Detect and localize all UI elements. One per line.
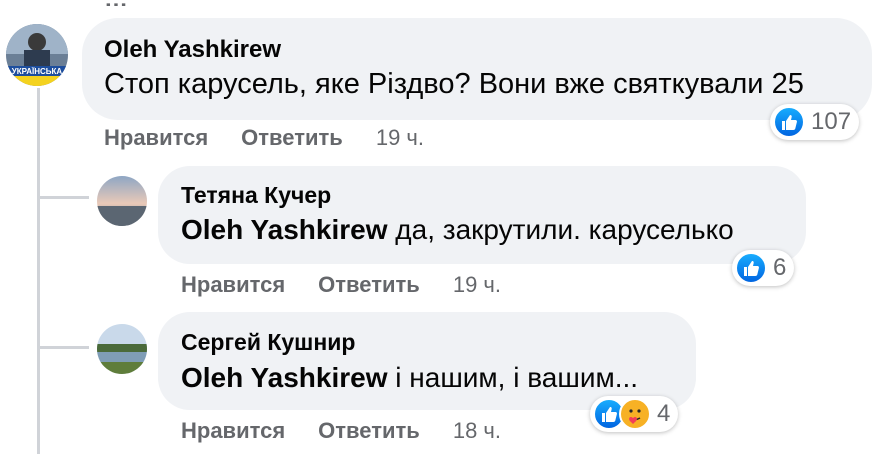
profile-photo-image — [97, 176, 147, 226]
thread-line-main — [37, 88, 40, 454]
thread-connector-1 — [37, 196, 89, 199]
timestamp[interactable]: 19 ч. — [376, 125, 424, 151]
comment-text: Стоп карусель, яке Різдво? Вони вже свят… — [104, 68, 804, 100]
comment-author[interactable]: Тетяна Кучер — [181, 182, 331, 209]
comment-body: да, закрутили. каруселько — [387, 214, 734, 245]
reaction-summary[interactable]: 6 — [732, 250, 795, 286]
comment-actions: Нравится Ответить 18 ч. — [181, 418, 501, 444]
comment-text: Oleh Yashkirew да, закрутили. каруселько — [181, 214, 734, 246]
comment-author[interactable]: Сергей Кушнир — [181, 329, 355, 356]
care-icon — [619, 398, 651, 430]
reaction-count: 4 — [657, 400, 671, 427]
reaction-count: 6 — [773, 254, 787, 281]
comment-actions: Нравится Ответить 19 ч. — [181, 272, 501, 298]
profile-photo-image — [97, 324, 147, 374]
thread-connector-2 — [37, 346, 89, 349]
mention-link[interactable]: Oleh Yashkirew — [181, 362, 388, 393]
comment-actions: Нравится Ответить 19 ч. — [104, 125, 424, 151]
profile-photo-image: УКРАЇНСЬКА — [6, 24, 68, 86]
avatar[interactable] — [97, 176, 147, 226]
like-icon — [773, 106, 805, 138]
like-icon — [735, 252, 767, 284]
comment-author[interactable]: Oleh Yashkirew — [104, 36, 281, 64]
previous-comment-fragment: … — [104, 0, 304, 6]
svg-text:УКРАЇНСЬКА: УКРАЇНСЬКА — [12, 67, 63, 76]
reaction-summary[interactable]: 107 — [770, 104, 860, 140]
timestamp[interactable]: 18 ч. — [453, 418, 501, 444]
reply-button[interactable]: Ответить — [241, 125, 343, 151]
like-button[interactable]: Нравится — [181, 272, 285, 298]
mention-link[interactable]: Oleh Yashkirew — [181, 214, 388, 245]
avatar[interactable] — [97, 324, 147, 374]
reaction-summary[interactable]: 4 — [590, 396, 679, 432]
reaction-count: 107 — [811, 108, 852, 135]
comment-text: Oleh Yashkirew і нашим, і вашим... — [181, 362, 638, 394]
like-button[interactable]: Нравится — [104, 125, 208, 151]
comment-body: і нашим, і вашим... — [387, 362, 639, 393]
timestamp[interactable]: 19 ч. — [453, 272, 501, 298]
avatar[interactable]: УКРАЇНСЬКА — [6, 24, 68, 86]
reply-button[interactable]: Ответить — [318, 418, 420, 444]
like-button[interactable]: Нравится — [181, 418, 285, 444]
reply-button[interactable]: Ответить — [318, 272, 420, 298]
